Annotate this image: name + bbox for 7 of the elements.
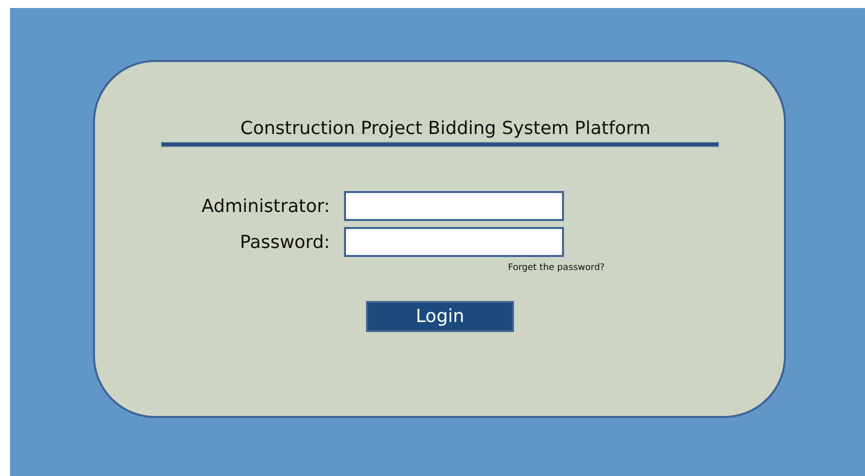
input-field[interactable]	[344, 191, 564, 221]
page-title: Construction Project Bidding System Platform	[240, 118, 651, 139]
login-button[interactable]: Login	[366, 301, 514, 332]
forgot-password-link[interactable]: Forget the password?	[508, 263, 605, 273]
field-label: Administrator:	[202, 196, 330, 216]
input-field[interactable]	[344, 227, 564, 257]
field-label: Password:	[240, 232, 330, 252]
